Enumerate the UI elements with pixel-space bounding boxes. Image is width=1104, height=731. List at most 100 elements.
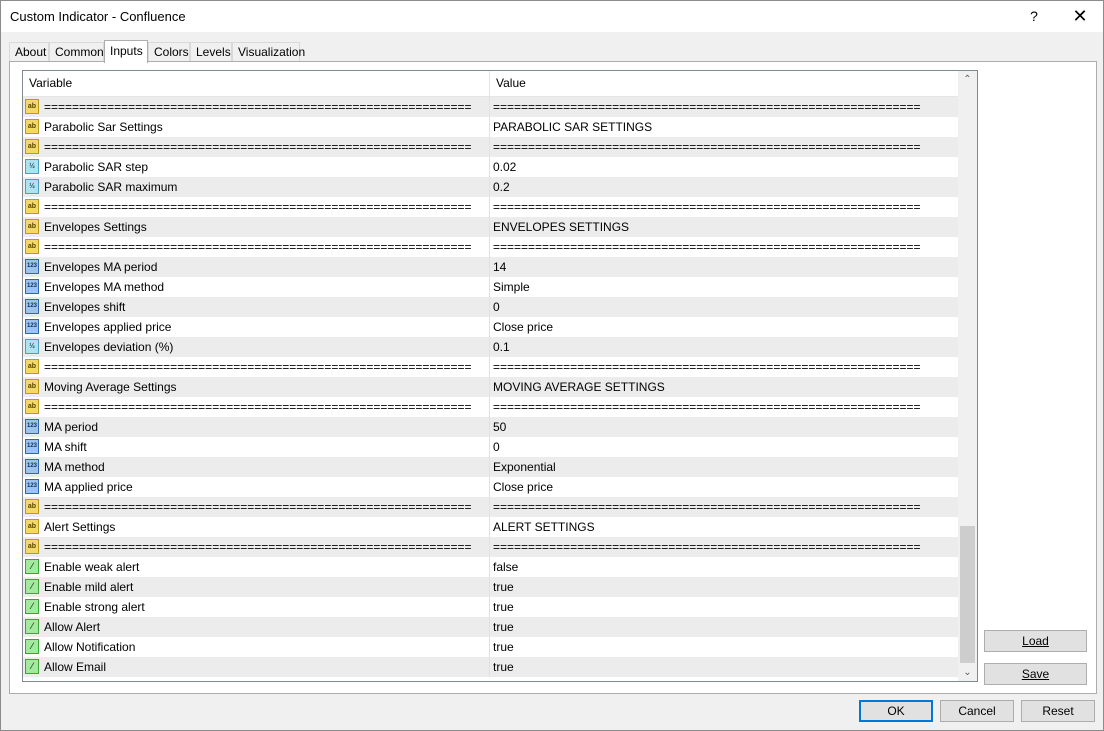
variable-cell[interactable]: ab Parabolic Sar Settings [23,117,490,137]
value-cell[interactable]: 50 [490,417,958,437]
variable-cell[interactable]: 123 Envelopes shift [23,297,490,317]
value-cell[interactable]: ========================================… [490,497,958,517]
table-row[interactable]: ab ======================================… [23,97,958,117]
variable-cell[interactable]: ⁄ Enable mild alert [23,577,490,597]
value-cell[interactable]: 0.2 [490,177,958,197]
value-cell[interactable]: Simple [490,277,958,297]
variable-cell[interactable]: ⁄ Enable weak alert [23,557,490,577]
table-row[interactable]: ⁄ Enable strong alert true [23,597,958,617]
tab-about[interactable]: About [9,42,49,61]
close-button[interactable]: ✕ [1057,1,1103,32]
table-row[interactable]: ½ Envelopes deviation (%) 0.1 [23,337,958,357]
table-row[interactable]: 123 Envelopes shift 0 [23,297,958,317]
value-cell[interactable]: 0.02 [490,157,958,177]
table-row[interactable]: ab Parabolic Sar Settings PARABOLIC SAR SE… [23,117,958,137]
value-cell[interactable]: true [490,577,958,597]
variable-cell[interactable]: ab ======================================… [23,537,490,557]
tab-common[interactable]: Common [49,42,104,61]
variable-cell[interactable]: ⁄ Allow Email [23,657,490,677]
value-cell[interactable]: PARABOLIC SAR SETTINGS [490,117,958,137]
value-cell[interactable]: ========================================… [490,197,958,217]
save-button[interactable]: Save [984,663,1087,685]
value-cell[interactable]: 0 [490,297,958,317]
reset-button[interactable]: Reset [1021,700,1095,722]
help-button[interactable]: ? [1011,1,1057,32]
value-cell[interactable]: true [490,597,958,617]
value-cell[interactable]: Close price [490,317,958,337]
variable-cell[interactable]: ab ======================================… [23,97,490,117]
scroll-down-arrow-icon[interactable]: ⌄ [958,664,977,681]
table-row[interactable]: 123 MA shift 0 [23,437,958,457]
table-row[interactable]: ⁄ Allow Alert true [23,617,958,637]
table-row[interactable]: ab ======================================… [23,537,958,557]
table-row[interactable]: ab Alert Settings ALERT SETTINGS [23,517,958,537]
variable-cell[interactable]: ab ======================================… [23,197,490,217]
variable-cell[interactable]: ½ Parabolic SAR step [23,157,490,177]
variable-cell[interactable]: 123 Envelopes MA method [23,277,490,297]
table-row[interactable]: ab ======================================… [23,497,958,517]
table-row[interactable]: 123 Envelopes applied price Close price [23,317,958,337]
table-row[interactable]: 123 Envelopes MA method Simple [23,277,958,297]
value-cell[interactable]: true [490,637,958,657]
variable-cell[interactable]: ab ======================================… [23,497,490,517]
column-header-variable[interactable]: Variable [23,71,490,96]
table-row[interactable]: ab Moving Average Settings MOVING AVERAGE … [23,377,958,397]
value-cell[interactable]: ========================================… [490,537,958,557]
table-row[interactable]: ⁄ Allow Email true [23,657,958,677]
value-cell[interactable]: false [490,557,958,577]
variable-cell[interactable]: ab ======================================… [23,137,490,157]
table-row[interactable]: 123 MA applied price Close price [23,477,958,497]
table-row[interactable]: ab ======================================… [23,197,958,217]
value-cell[interactable]: true [490,617,958,637]
variable-cell[interactable]: ⁄ Allow Alert [23,617,490,637]
variable-cell[interactable]: 123 MA applied price [23,477,490,497]
value-cell[interactable]: ========================================… [490,397,958,417]
variable-cell[interactable]: ab Alert Settings [23,517,490,537]
variable-cell[interactable]: ab Moving Average Settings [23,377,490,397]
value-cell[interactable]: ========================================… [490,97,958,117]
tab-levels[interactable]: Levels [190,42,232,61]
variable-cell[interactable]: 123 Envelopes applied price [23,317,490,337]
table-row[interactable]: 123 Envelopes MA period 14 [23,257,958,277]
value-cell[interactable]: ENVELOPES SETTINGS [490,217,958,237]
variable-cell[interactable]: ab Envelopes Settings [23,217,490,237]
value-cell[interactable]: 0.1 [490,337,958,357]
value-cell[interactable]: ========================================… [490,357,958,377]
variable-cell[interactable]: ½ Parabolic SAR maximum [23,177,490,197]
table-row[interactable]: ⁄ Enable mild alert true [23,577,958,597]
variable-cell[interactable]: ab ======================================… [23,357,490,377]
table-row[interactable]: 123 MA method Exponential [23,457,958,477]
variable-cell[interactable]: 123 MA period [23,417,490,437]
variable-cell[interactable]: ⁄ Allow Notification [23,637,490,657]
value-cell[interactable]: Close price [490,477,958,497]
value-cell[interactable]: Exponential [490,457,958,477]
table-row[interactable]: 123 MA period 50 [23,417,958,437]
load-button[interactable]: Load [984,630,1087,652]
table-row[interactable]: ⁄ Allow Notification true [23,637,958,657]
table-row[interactable]: ab Envelopes Settings ENVELOPES SETTINGS [23,217,958,237]
value-cell[interactable]: true [490,657,958,677]
table-row[interactable]: ⁄ Enable weak alert false [23,557,958,577]
tab-visualization[interactable]: Visualization [232,42,305,61]
table-row[interactable]: ab ======================================… [23,397,958,417]
value-cell[interactable]: 0 [490,437,958,457]
variable-cell[interactable]: 123 MA method [23,457,490,477]
tab-colors[interactable]: Colors [148,42,190,61]
value-cell[interactable]: ========================================… [490,237,958,257]
value-cell[interactable]: MOVING AVERAGE SETTINGS [490,377,958,397]
scroll-thumb[interactable] [960,526,975,663]
vertical-scrollbar[interactable]: ⌃ ⌄ [958,71,977,681]
tab-inputs[interactable]: Inputs [104,40,148,63]
variable-cell[interactable]: ab ======================================… [23,237,490,257]
variable-cell[interactable]: ½ Envelopes deviation (%) [23,337,490,357]
column-header-value[interactable]: Value [490,71,958,96]
table-row[interactable]: ab ======================================… [23,137,958,157]
variable-cell[interactable]: ⁄ Enable strong alert [23,597,490,617]
table-row[interactable]: ab ======================================… [23,357,958,377]
value-cell[interactable]: ALERT SETTINGS [490,517,958,537]
scroll-up-arrow-icon[interactable]: ⌃ [958,71,977,88]
variable-cell[interactable]: 123 MA shift [23,437,490,457]
variable-cell[interactable]: ab ======================================… [23,397,490,417]
value-cell[interactable]: ========================================… [490,137,958,157]
table-row[interactable]: ½ Parabolic SAR step 0.02 [23,157,958,177]
